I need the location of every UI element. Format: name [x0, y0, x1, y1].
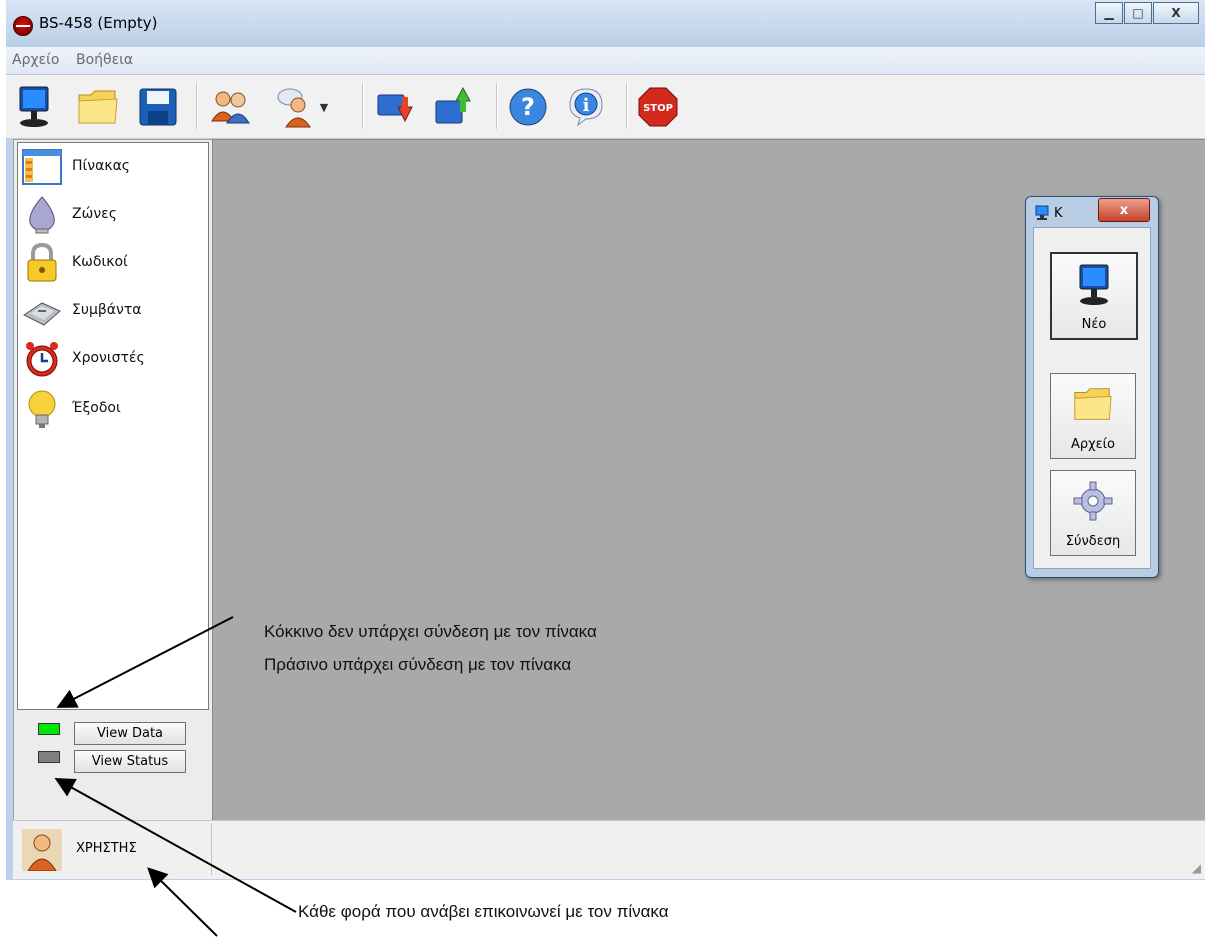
- new-button[interactable]: Νέο: [1050, 252, 1138, 340]
- close-icon: X: [1171, 6, 1181, 20]
- resize-grip-icon[interactable]: ◢: [1192, 861, 1201, 875]
- nav-label-panel: Πίνακας: [72, 158, 131, 174]
- lightbulb-icon: [28, 390, 56, 428]
- toolbar-separator: [626, 83, 628, 129]
- nav-label-timers: Χρονιστές: [72, 350, 145, 366]
- panel-icon: [22, 149, 62, 185]
- monitor-icon: [1079, 264, 1109, 305]
- navigation-list: Πίνακας Ζώνες Κωδικοί Συμβάντα Χρονιστές…: [17, 142, 209, 710]
- app-logo-icon: [13, 16, 33, 36]
- annotation-green-connection: Πράσινο υπάρχει σύνδεση με τον πίνακα: [264, 655, 572, 674]
- toolbar-separator: [496, 83, 498, 129]
- lock-icon: [27, 243, 57, 282]
- user-status[interactable]: ΧΡΗΣΤΗΣ: [16, 823, 212, 875]
- download-button[interactable]: [372, 83, 420, 131]
- maximize-icon: □: [1132, 6, 1144, 20]
- window-title: BS-458 (Empty): [39, 14, 158, 32]
- nav-item-codes[interactable]: Κωδικοί: [20, 241, 200, 285]
- status-led: [38, 751, 60, 763]
- user-label: ΧΡΗΣΤΗΣ: [76, 841, 137, 856]
- view-data-button[interactable]: View Data: [74, 722, 186, 745]
- info-icon: i: [569, 88, 603, 127]
- alarm-clock-icon: [26, 342, 58, 377]
- stop-icon: STOP: [638, 87, 678, 127]
- users-icon: [211, 91, 250, 124]
- toolbar-separator: [362, 83, 364, 129]
- user-messages-button[interactable]: [272, 83, 320, 131]
- window-controls: ▁ □ X: [1095, 2, 1199, 24]
- connect-button[interactable]: Σύνδεση: [1050, 470, 1136, 556]
- view-status-button[interactable]: View Status: [74, 750, 186, 773]
- folder-icon: [1074, 388, 1112, 420]
- user-icon: [22, 829, 62, 871]
- stop-button[interactable]: STOP: [634, 83, 682, 131]
- nav-item-outputs[interactable]: Έξοδοι: [20, 387, 200, 431]
- user-messages-dropdown[interactable]: ▼: [314, 83, 334, 131]
- connect-button-label: Σύνδεση: [1065, 534, 1121, 549]
- nav-item-zones[interactable]: Ζώνες: [20, 193, 200, 237]
- close-button[interactable]: X: [1153, 2, 1199, 24]
- maximize-button[interactable]: □: [1124, 2, 1152, 24]
- left-panel: Πίνακας Ζώνες Κωδικοί Συμβάντα Χρονιστές…: [13, 139, 214, 821]
- new-button-label: Νέο: [1081, 317, 1107, 332]
- new-connection-button[interactable]: [10, 83, 58, 131]
- open-file-button[interactable]: [74, 83, 122, 131]
- svg-text:i: i: [583, 95, 590, 116]
- upload-icon: [435, 86, 471, 124]
- folder-icon: [78, 90, 118, 124]
- save-button[interactable]: [134, 83, 182, 131]
- upload-button[interactable]: [430, 83, 478, 131]
- help-button[interactable]: ?: [504, 83, 552, 131]
- about-button[interactable]: i: [562, 83, 610, 131]
- stop-label: STOP: [643, 103, 673, 114]
- title-bar[interactable]: BS-458 (Empty) ▁ □ X: [6, 0, 1205, 46]
- zones-icon: [29, 196, 55, 234]
- svg-text:?: ?: [521, 93, 535, 121]
- annotation-status-blink: Κάθε φορά που ανάβει επικοινωνεί με τον …: [298, 902, 669, 921]
- chevron-down-icon: ▼: [319, 100, 329, 114]
- menu-file[interactable]: Αρχείο: [12, 52, 59, 68]
- nav-item-timers[interactable]: Χρονιστές: [20, 337, 200, 381]
- users-button[interactable]: [206, 83, 254, 131]
- toolbar-separator: [196, 83, 198, 129]
- dialog-title: Κ: [1054, 206, 1063, 221]
- minimize-button[interactable]: ▁: [1095, 2, 1123, 24]
- status-bar: ΧΡΗΣΤΗΣ ◢: [13, 820, 1205, 879]
- menu-bar: Αρχείο Βοήθεια: [6, 47, 1205, 75]
- help-icon: ?: [509, 88, 547, 126]
- monitor-icon: [19, 86, 49, 127]
- menu-help[interactable]: Βοήθεια: [76, 52, 133, 68]
- events-icon: [23, 302, 61, 326]
- annotation-red-connection: Κόκκινο δεν υπάρχει σύνδεση με τον πίνακ…: [264, 622, 597, 641]
- nav-label-codes: Κωδικοί: [72, 254, 128, 270]
- nav-label-outputs: Έξοδοι: [72, 400, 121, 416]
- file-button-label: Αρχείο: [1070, 437, 1116, 452]
- toolbar: ▼ ? i STOP: [6, 75, 1205, 139]
- gear-icon: [1073, 481, 1113, 521]
- nav-item-events[interactable]: Συμβάντα: [20, 289, 200, 333]
- nav-label-zones: Ζώνες: [72, 206, 117, 222]
- connection-dialog: Κ x Νέο Αρχείο Σύνδεση: [1025, 196, 1159, 578]
- nav-item-panel[interactable]: Πίνακας: [20, 145, 200, 189]
- user-speech-icon: [277, 88, 311, 128]
- file-button[interactable]: Αρχείο: [1050, 373, 1136, 459]
- monitor-icon: [1035, 205, 1049, 220]
- dialog-body: Νέο Αρχείο Σύνδεση: [1033, 227, 1151, 569]
- floppy-disk-icon: [139, 88, 177, 126]
- dialog-close-button[interactable]: x: [1098, 198, 1150, 222]
- nav-label-events: Συμβάντα: [72, 302, 142, 318]
- download-icon: [377, 94, 413, 123]
- minimize-icon: ▁: [1104, 6, 1114, 20]
- connection-led: [38, 723, 60, 735]
